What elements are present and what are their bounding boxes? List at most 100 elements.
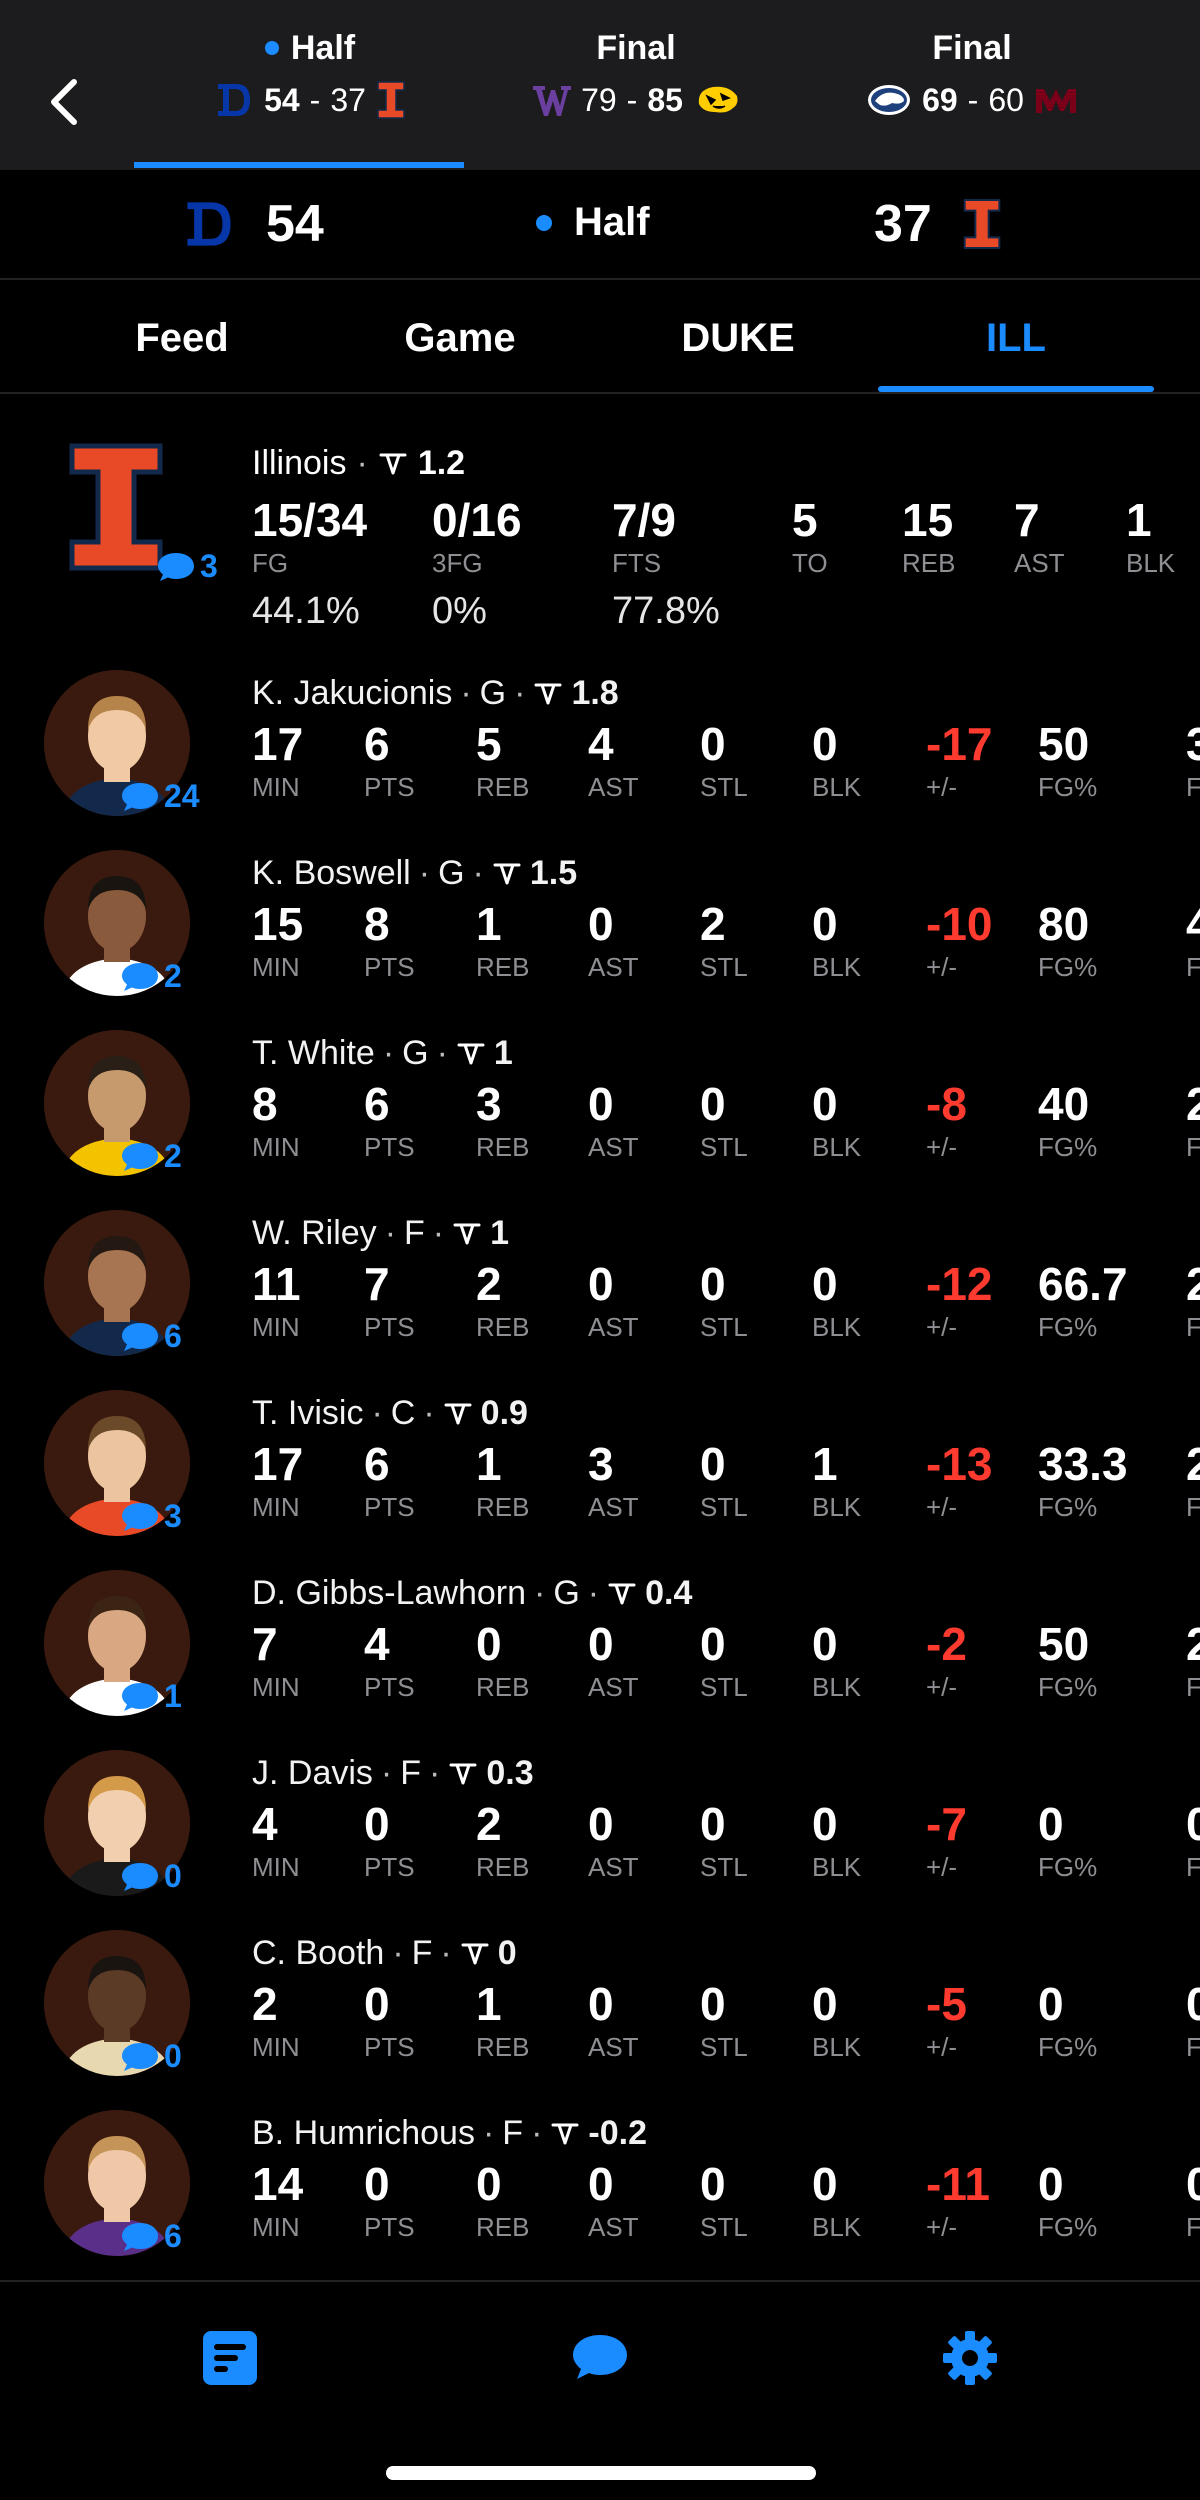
- player-row[interactable]: 3 T. Ivisic · C · 0.9 17 MIN 6 PTS 1 REB 3 AST 0 STL 1 BL…: [0, 1380, 1200, 1560]
- player-row[interactable]: 6 W. Riley · F · 1 11 MIN 7 PTS 2 REB 0 AST 0 STL 0 BLK -1…: [0, 1200, 1200, 1380]
- stat-next-cut: 2F: [1186, 1258, 1200, 1342]
- player-row[interactable]: 2 T. White · G · 1 8 MIN 6 PTS 3 REB 0 AST 0 STL 0 BLK -8 +…: [0, 1020, 1200, 1200]
- game-card-washington-iowa[interactable]: Final 79-85: [476, 28, 796, 148]
- player-row[interactable]: 24 K. Jakucionis · G · 1.8 17 MIN 6 PTS 5 REB 4 AST 0 S…: [0, 660, 1200, 840]
- tab-feed[interactable]: Feed: [44, 314, 320, 362]
- game-card-pennstate-minnesota[interactable]: Final 69-60: [812, 28, 1132, 148]
- stat-pts: 8 PTS: [364, 898, 415, 982]
- stat-stl: 0 STL: [700, 1978, 748, 2062]
- penn-state-logo-icon: [868, 85, 911, 115]
- stat-pm: -2 +/-: [926, 1618, 967, 1702]
- nav-boxscore-button[interactable]: [190, 2318, 270, 2398]
- stat-pm: -11 +/-: [926, 2158, 990, 2242]
- active-tab-indicator: [878, 386, 1154, 392]
- rating-icon: [551, 2123, 579, 2144]
- stat-blk: 0 BLK: [812, 1078, 862, 1162]
- comment-count-badge[interactable]: 3: [156, 548, 218, 585]
- player-name-line: T. Ivisic · C · 0.9: [252, 1394, 528, 1432]
- player-name-line: D. Gibbs-Lawhorn · G · 0.4: [252, 1574, 693, 1612]
- player-row[interactable]: 2 K. Boswell · G · 1.5 15 MIN 8 PTS 1 REB 0 AST 2 STL 0 B…: [0, 840, 1200, 1020]
- player-rating: 1.8: [571, 674, 619, 712]
- stat-stl: 0 STL: [700, 1798, 748, 1882]
- player-row[interactable]: 6 B. Humrichous · F · -0.2 14 MIN 0 PTS 0 REB 0 AST 0 S…: [0, 2100, 1200, 2280]
- comment-count-badge[interactable]: 2: [120, 1138, 182, 1175]
- stat-fg: 66.7 FG%: [1038, 1258, 1128, 1342]
- stat-stl: 0 STL: [700, 1618, 748, 1702]
- player-name: K. Boswell: [252, 854, 411, 892]
- stat-blk: 0 BLK: [812, 2158, 862, 2242]
- illinois-logo-icon: [69, 443, 163, 571]
- illinois-score: 37: [874, 195, 932, 253]
- comment-count-badge[interactable]: 2: [120, 958, 182, 995]
- nav-settings-button[interactable]: [930, 2318, 1010, 2398]
- iowa-logo-icon: [698, 86, 738, 113]
- stat-fg: 50 FG%: [1038, 718, 1098, 802]
- comment-count-badge[interactable]: 24: [120, 778, 200, 815]
- stat-blk: 0 BLK: [812, 1798, 862, 1882]
- comment-count-badge[interactable]: 0: [120, 2038, 182, 2075]
- illinois-logo-icon: [963, 199, 1001, 249]
- game-card-duke-illinois[interactable]: Half 54-37: [150, 28, 470, 148]
- stat-next-cut: 4F: [1186, 898, 1200, 982]
- team-stat-fts: 7/9 FTS: [612, 494, 676, 578]
- back-button[interactable]: [40, 72, 90, 132]
- player-name: W. Riley: [252, 1214, 377, 1252]
- player-name-line: C. Booth · F · 0: [252, 1934, 517, 1972]
- stat-ast: 0 AST: [588, 1258, 639, 1342]
- rating-icon: [379, 453, 407, 474]
- games-strip: Half 54-37 Final 79-85 Final 69 - 60: [0, 0, 1200, 170]
- stat-pm: -7 +/-: [926, 1798, 967, 1882]
- rating-icon: [453, 1223, 481, 1244]
- player-row[interactable]: 0 J. Davis · F · 0.3 4 MIN 0 PTS 2 REB 0 AST 0 STL 0 BLK -…: [0, 1740, 1200, 1920]
- comment-count-badge[interactable]: 1: [120, 1678, 182, 1715]
- player-row[interactable]: 0 C. Booth · F · 0 2 MIN 0 PTS 1 REB 0 AST 0 STL 0 BLK -5 +…: [0, 1920, 1200, 2100]
- player-name: T. Ivisic: [252, 1394, 364, 1432]
- player-position: G: [553, 1574, 580, 1612]
- stat-pts: 0 PTS: [364, 1978, 415, 2062]
- comment-count-badge[interactable]: 6: [120, 2218, 182, 2255]
- team-summary[interactable]: 3 Illinois · 1.2 15/34 FG 0/16 3FG 7/9 FTS …: [0, 420, 1200, 660]
- player-name-line: B. Humrichous · F · -0.2: [252, 2114, 647, 2152]
- stat-min: 7 MIN: [252, 1618, 300, 1702]
- rating-icon: [461, 1943, 489, 1964]
- stat-pts: 4 PTS: [364, 1618, 415, 1702]
- stat-ast: 0 AST: [588, 898, 639, 982]
- washington-logo-icon: [533, 86, 572, 116]
- player-name-line: W. Riley · F · 1: [252, 1214, 510, 1252]
- stat-reb: 2 REB: [476, 1258, 530, 1342]
- stat-ast: 0 AST: [588, 2158, 639, 2242]
- comment-count-badge[interactable]: 0: [120, 1858, 182, 1895]
- team-stat-reb: 15 REB: [902, 494, 956, 578]
- stat-fg: 0 FG%: [1038, 1798, 1098, 1882]
- stat-pts: 7 PTS: [364, 1258, 415, 1342]
- stat-ast: 0 AST: [588, 1798, 639, 1882]
- stat-pm: -12 +/-: [926, 1258, 993, 1342]
- stat-min: 17 MIN: [252, 718, 304, 802]
- player-row[interactable]: 1 D. Gibbs-Lawhorn · G · 0.4 7 MIN 4 PTS 0 REB 0 AST 0…: [0, 1560, 1200, 1740]
- team-3fg-pct: 0%: [432, 590, 487, 632]
- team-stat-blk: 1 BLK: [1126, 494, 1176, 578]
- home-score: 60: [988, 82, 1024, 118]
- chat-bubble-icon: [122, 1502, 158, 1531]
- period-indicator: Half: [536, 200, 650, 245]
- game-status: Final: [932, 29, 1012, 67]
- minnesota-logo-icon: [1035, 89, 1076, 113]
- team-stat-ast: 7 AST: [1014, 494, 1065, 578]
- live-dot: [536, 214, 552, 231]
- home-score: 85: [647, 82, 683, 118]
- tab-duke[interactable]: DUKE: [600, 314, 876, 362]
- home-indicator: [386, 2466, 816, 2480]
- tab-ill[interactable]: ILL: [878, 314, 1154, 362]
- away-score: 69: [922, 82, 958, 118]
- tab-game[interactable]: Game: [322, 314, 598, 362]
- stat-stl: 0 STL: [700, 1078, 748, 1162]
- team-fg-pct: 44.1%: [252, 590, 360, 632]
- game-status: Final: [596, 29, 676, 67]
- chevron-left-icon: [51, 79, 77, 125]
- comment-count-badge[interactable]: 6: [120, 1318, 182, 1355]
- player-name-line: J. Davis · F · 0.3: [252, 1754, 534, 1792]
- player-rating: 1: [490, 1214, 510, 1252]
- stat-ast: 3 AST: [588, 1438, 639, 1522]
- nav-chat-button[interactable]: [560, 2318, 640, 2398]
- comment-count-badge[interactable]: 3: [120, 1498, 182, 1535]
